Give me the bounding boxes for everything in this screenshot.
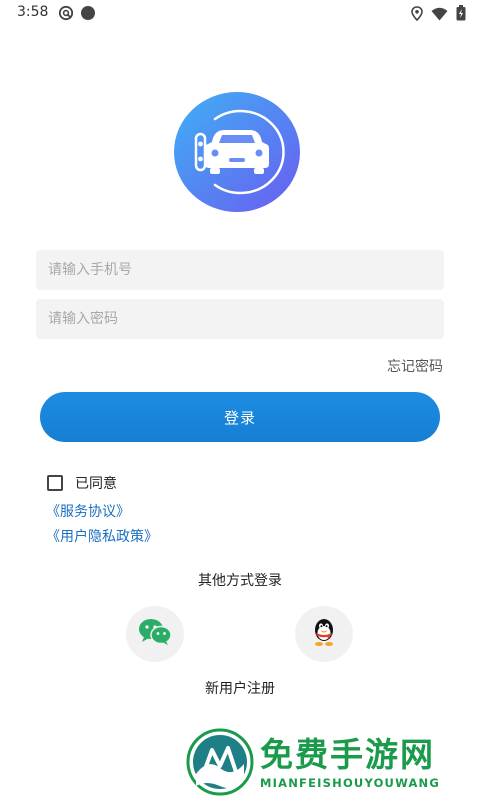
location-icon: [411, 5, 423, 25]
agree-checkbox[interactable]: [47, 475, 63, 491]
record-dot-icon: [80, 5, 96, 25]
watermark-subtitle: MIANFEISHOUYOUWANG: [260, 776, 441, 790]
agreement-row[interactable]: 已同意: [47, 473, 117, 493]
battery-icon: [456, 5, 466, 25]
status-left-icons: [58, 5, 96, 25]
vpn-key-icon: [58, 5, 74, 25]
status-bar: 3:58: [0, 0, 480, 26]
wechat-icon: [138, 618, 172, 650]
privacy-policy-link[interactable]: 《用户隐私政策》: [46, 526, 158, 546]
phone-input[interactable]: [36, 250, 444, 290]
qq-login-button[interactable]: [295, 606, 353, 662]
login-button[interactable]: 登录: [40, 392, 440, 442]
qq-icon: [311, 617, 337, 651]
agree-label: 已同意: [75, 476, 117, 492]
watermark: 免费手游网 MIANFEISHOUYOUWANG: [186, 728, 476, 796]
status-right-icons: [411, 5, 466, 25]
app-logo: [174, 92, 300, 212]
status-time: 3:58: [17, 4, 49, 20]
watermark-title: 免费手游网: [260, 735, 435, 774]
register-link[interactable]: 新用户注册: [0, 678, 480, 698]
wechat-login-button[interactable]: [126, 606, 184, 662]
login-screen: 3:58 请输入手机号 忘记密码 登录 已同意 《服务协议》 《用户隐私政策》 …: [0, 0, 480, 800]
service-agreement-link[interactable]: 《服务协议》: [46, 501, 130, 521]
wifi-icon: [431, 6, 448, 25]
forgot-password-link[interactable]: 忘记密码: [387, 356, 443, 376]
other-login-title: 其他方式登录: [198, 573, 282, 589]
password-input[interactable]: [36, 299, 444, 339]
